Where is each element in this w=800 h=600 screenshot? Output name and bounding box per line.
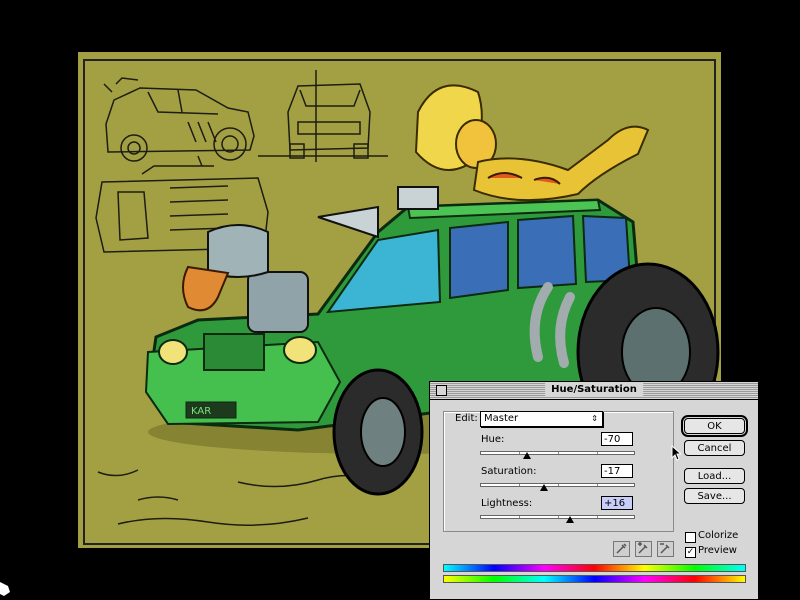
lightness-value-field[interactable]: +16 [601, 496, 633, 510]
hue-value-field[interactable]: -70 [601, 432, 633, 446]
hue-saturation-dialog: Hue/Saturation Edit: Master ⇕ Hue: -70 S… [429, 381, 759, 600]
colorize-label: Colorize [698, 530, 739, 541]
eyedropper-plus-icon[interactable] [635, 541, 652, 557]
cancel-button[interactable]: Cancel [684, 440, 745, 456]
save-button[interactable]: Save... [684, 488, 745, 504]
arrow-cursor-icon [671, 445, 681, 461]
close-icon[interactable] [436, 385, 447, 396]
svg-text:KAR: KAR [191, 406, 211, 417]
preview-checkbox[interactable]: ✓ [685, 547, 696, 558]
lightness-slider-thumb[interactable] [565, 516, 574, 523]
hue-slider-track[interactable] [480, 451, 635, 455]
eyedropper-minus-icon[interactable] [657, 541, 674, 557]
colorize-checkbox[interactable] [685, 532, 696, 543]
eyedropper-icon[interactable] [613, 541, 630, 557]
adjusted-spectrum-bar [443, 575, 746, 583]
edit-channel-popup[interactable]: Master ⇕ [480, 411, 603, 427]
dialog-title: Hue/Saturation [545, 383, 643, 397]
hue-label: Hue: [481, 434, 505, 445]
edit-channel-value: Master [484, 413, 519, 424]
adjustment-group [443, 411, 674, 532]
dialog-titlebar[interactable]: Hue/Saturation [430, 382, 758, 400]
hue-slider-thumb[interactable] [523, 452, 532, 459]
corner-marker [0, 582, 10, 596]
lightness-slider-track[interactable] [480, 515, 635, 519]
lightness-label: Lightness: [481, 498, 533, 509]
load-button[interactable]: Load... [684, 468, 745, 484]
saturation-value-field[interactable]: -17 [601, 464, 633, 478]
ok-button[interactable]: OK [681, 415, 748, 437]
saturation-slider-thumb[interactable] [540, 484, 549, 491]
original-spectrum-bar [443, 564, 746, 572]
preview-label: Preview [698, 545, 737, 556]
edit-label: Edit: [455, 413, 478, 424]
saturation-slider-track[interactable] [480, 483, 635, 487]
popup-arrows-icon: ⇕ [591, 414, 598, 423]
saturation-label: Saturation: [481, 466, 537, 477]
